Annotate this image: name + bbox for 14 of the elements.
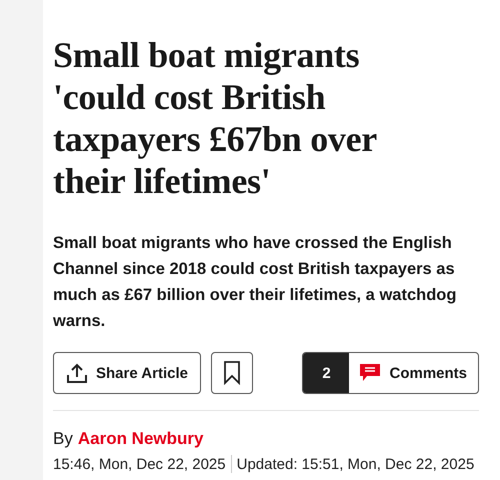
share-button[interactable]: Share Article xyxy=(53,352,201,394)
share-icon xyxy=(66,362,88,384)
comments-button[interactable]: 2 Comments xyxy=(302,352,479,394)
comments-label: Comments xyxy=(389,364,467,382)
updated-date: Updated: 15:51, Mon, Dec 22, 2025 xyxy=(236,456,474,472)
bookmark-button[interactable] xyxy=(211,352,253,394)
bookmark-icon xyxy=(223,361,241,385)
author-link[interactable]: Aaron Newbury xyxy=(78,429,204,449)
comment-count: 2 xyxy=(303,353,350,393)
standfirst: Small boat migrants who have crossed the English Channel since 2018 could cost British taxpayers as much as £67 billion over their lifetimes, a watchdog warns. xyxy=(53,233,458,332)
headline: Small boat migrants 'could cost British taxpayers £67bn over their lifetimes' xyxy=(53,34,378,202)
comment-icon xyxy=(359,363,382,383)
byline-prefix: By xyxy=(53,429,73,449)
published-date: 15:46, Mon, Dec 22, 2025 xyxy=(53,456,226,472)
